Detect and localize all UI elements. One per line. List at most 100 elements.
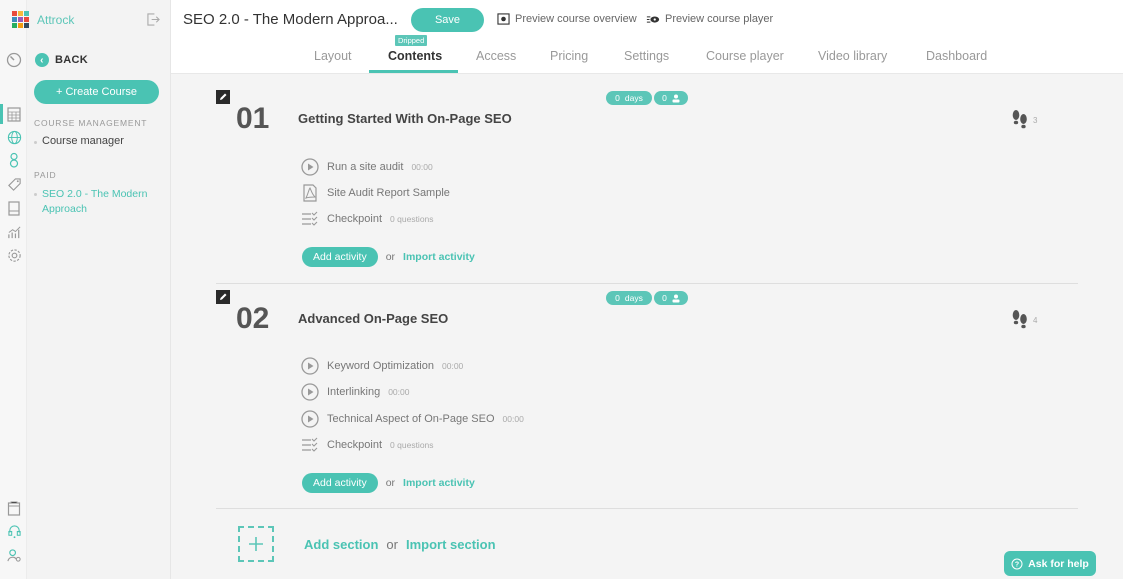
users-value: 0	[662, 93, 667, 103]
or-text: or	[386, 536, 398, 552]
or-text: or	[385, 251, 396, 263]
tab-settings[interactable]: Settings	[624, 49, 669, 63]
checklist-icon	[302, 211, 318, 226]
preview-course-player-link[interactable]: Preview course player	[646, 13, 773, 25]
add-activity-row: Add activity or Import activity	[302, 247, 475, 267]
bullet	[34, 141, 37, 144]
sidebar: Attrock ‹ BACK + Create Course COURSE MA…	[12, 0, 171, 579]
edit-section-button[interactable]	[216, 90, 230, 104]
section-number: 02	[236, 302, 270, 335]
preview-player-label: Preview course player	[665, 13, 774, 25]
days-value: 0	[615, 93, 620, 103]
activity-item[interactable]: Keyword Optimization 00:00	[301, 357, 463, 375]
user-settings-icon[interactable]	[6, 547, 22, 563]
import-activity-link[interactable]: Import activity	[403, 251, 475, 263]
play-circle-icon	[301, 383, 319, 401]
activity-item[interactable]: Site Audit Report Sample	[301, 184, 450, 202]
globe-icon[interactable]	[6, 129, 22, 145]
steps-counter: 4	[1011, 309, 1037, 331]
enrolled-users-badge[interactable]: 0	[654, 91, 688, 105]
brand-grid-square	[12, 23, 17, 28]
chevron-left-icon: ‹	[35, 53, 49, 67]
tab-dashboard[interactable]: Dashboard	[926, 49, 987, 63]
clipboard-icon[interactable]	[6, 500, 22, 516]
activity-title: Run a site audit	[327, 161, 404, 173]
days-value: 0	[615, 293, 620, 303]
activity-item[interactable]: Checkpoint 0 questions	[301, 437, 434, 453]
logout-icon[interactable]	[147, 13, 160, 31]
brand-grid-square	[18, 11, 23, 16]
tab-bar: Layout Contents Access Pricing Settings …	[171, 46, 1123, 74]
course-title: SEO 2.0 - The Modern Approa...	[183, 11, 398, 28]
brand-logo[interactable]: Attrock	[12, 11, 74, 28]
activity-duration: 00:00	[411, 162, 433, 172]
settings-gear-icon[interactable]	[6, 247, 22, 263]
back-button[interactable]: ‹ BACK	[35, 53, 88, 67]
support-headset-icon[interactable]	[6, 523, 22, 539]
pencil-icon	[220, 293, 227, 300]
activity-item[interactable]: Run a site audit 00:00	[301, 158, 433, 176]
import-section-link[interactable]: Import section	[406, 537, 496, 552]
create-course-button[interactable]: + Create Course	[34, 80, 159, 104]
section-divider	[216, 508, 1078, 509]
activity-duration: 00:00	[442, 361, 464, 371]
tab-course-player[interactable]: Course player	[706, 49, 784, 63]
brand-grid-square	[18, 23, 23, 28]
add-activity-row: Add activity or Import activity	[302, 473, 475, 493]
tab-video-library[interactable]: Video library	[818, 49, 887, 63]
save-button[interactable]: Save	[411, 8, 484, 32]
activity-item[interactable]: Checkpoint 0 questions	[301, 211, 434, 227]
tab-pricing[interactable]: Pricing	[550, 49, 588, 63]
activity-question-count: 0 questions	[390, 440, 434, 450]
activity-title: Interlinking	[327, 386, 381, 398]
preview-course-overview-link[interactable]: Preview course overview	[497, 13, 637, 25]
import-activity-link[interactable]: Import activity	[403, 477, 475, 489]
activity-title: Keyword Optimization	[327, 360, 434, 372]
tab-contents[interactable]: Contents	[388, 49, 442, 63]
footsteps-icon	[1012, 110, 1027, 129]
preview-overview-icon	[497, 13, 510, 25]
tag-icon[interactable]	[6, 176, 22, 192]
add-activity-button[interactable]: Add activity	[302, 247, 378, 267]
add-section-row: Add section or Import section	[238, 526, 496, 562]
play-circle-icon	[301, 158, 319, 176]
steps-count: 3	[1033, 115, 1038, 125]
enrolled-users-badge[interactable]: 0	[654, 291, 688, 305]
footsteps-icon	[1012, 310, 1027, 329]
drip-days-badge[interactable]: 0 days	[606, 291, 652, 305]
pdf-icon	[303, 184, 317, 202]
sidebar-item-seo-course[interactable]: SEO 2.0 - The Modern Approach	[34, 187, 164, 217]
add-section-plus-button[interactable]	[238, 526, 274, 562]
add-activity-button[interactable]: Add activity	[302, 473, 378, 493]
brand-grid-square	[12, 11, 17, 16]
activity-title: Checkpoint	[327, 213, 383, 225]
play-circle-icon	[301, 410, 319, 428]
add-section-link[interactable]: Add section	[304, 537, 378, 552]
section-card: 02 Advanced On-Page SEO 0 days 0 4 Keywo…	[216, 290, 1078, 500]
dashboard-gauge-icon[interactable]	[6, 52, 22, 68]
device-icon[interactable]	[6, 200, 22, 216]
tab-access[interactable]: Access	[476, 49, 516, 63]
analytics-icon[interactable]	[6, 224, 22, 240]
play-circle-icon	[301, 357, 319, 375]
users-icon[interactable]	[6, 152, 22, 168]
activity-item[interactable]: Interlinking 00:00	[301, 383, 409, 401]
active-tab-indicator	[369, 70, 458, 73]
checklist-icon	[302, 437, 318, 452]
app: Attrock ‹ BACK + Create Course COURSE MA…	[0, 0, 1123, 579]
activity-title: Site Audit Report Sample	[327, 187, 450, 199]
course-management-heading: COURSE MANAGEMENT	[34, 118, 148, 128]
tab-layout[interactable]: Layout	[314, 49, 352, 63]
sidebar-item-course-manager[interactable]: Course manager	[34, 135, 124, 147]
ask-for-help-button[interactable]: ? Ask for help	[1004, 551, 1096, 576]
bullet	[34, 193, 37, 196]
user-icon	[672, 94, 680, 102]
edit-section-button[interactable]	[216, 290, 230, 304]
activity-item[interactable]: Technical Aspect of On-Page SEO 00:00	[301, 410, 524, 428]
course-manager-label: Course manager	[42, 135, 124, 147]
brand-grid-square	[24, 23, 29, 28]
drip-days-badge[interactable]: 0 days	[606, 91, 652, 105]
courses-icon[interactable]	[6, 106, 22, 122]
steps-count: 4	[1033, 315, 1038, 325]
activity-title: Technical Aspect of On-Page SEO	[327, 413, 495, 425]
